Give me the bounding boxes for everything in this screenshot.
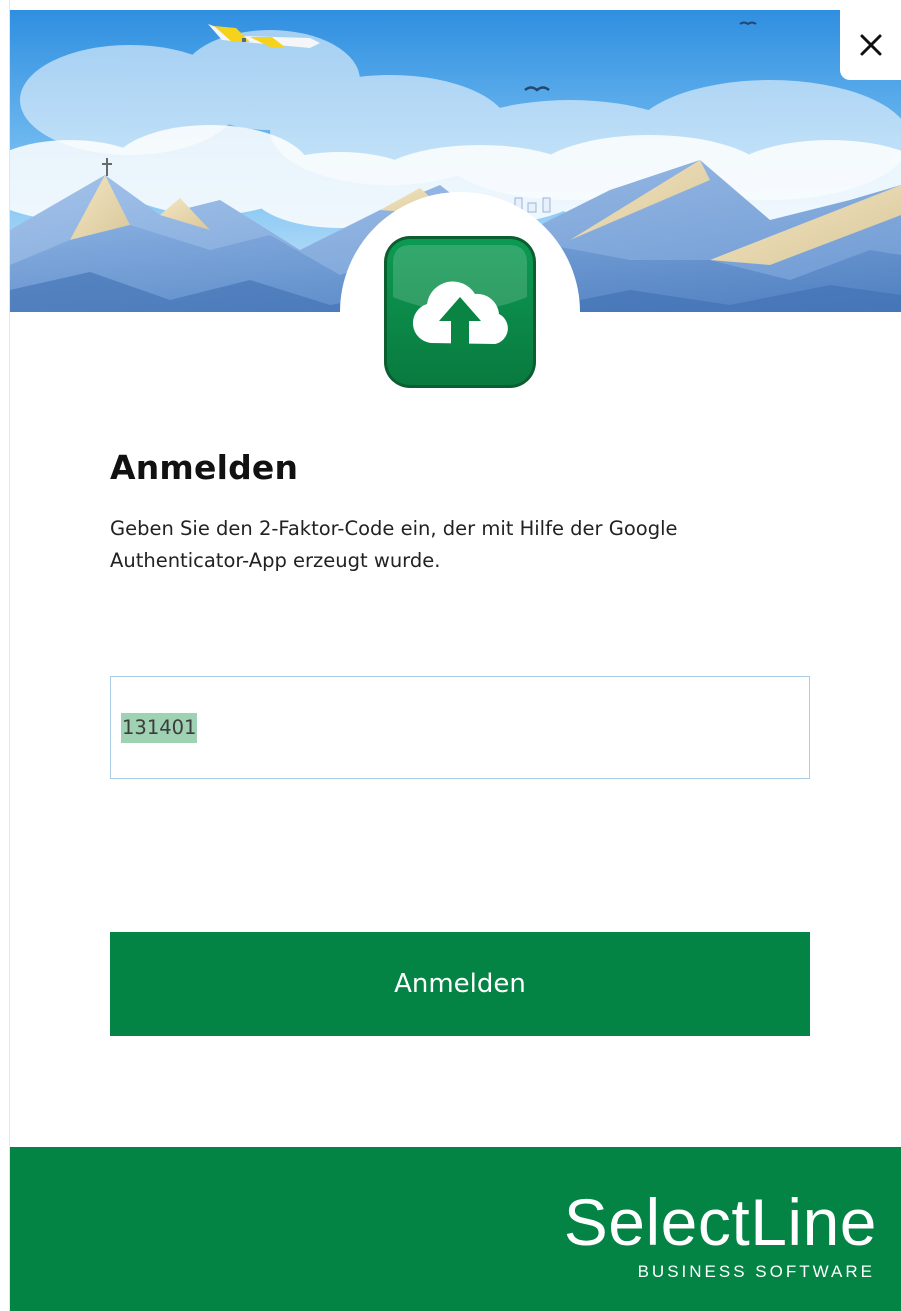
close-button[interactable] xyxy=(840,10,901,80)
instruction-text: Geben Sie den 2-Faktor-Code ein, der mit… xyxy=(110,517,678,572)
login-dialog: Anmelden Geben Sie den 2-Faktor-Code ein… xyxy=(0,0,901,1311)
window-left-border xyxy=(0,0,10,1311)
window-top-border xyxy=(0,0,901,10)
close-icon xyxy=(860,34,881,56)
brand-logo-text: SelectLine xyxy=(563,1185,877,1259)
code-input-value: 131401 xyxy=(121,713,198,743)
page-title: Anmelden xyxy=(110,448,299,487)
footer-brand-bar: SelectLine BUSINESS SOFTWARE xyxy=(10,1147,901,1311)
two-factor-code-input[interactable]: 131401 xyxy=(110,676,810,779)
cloud-upload-icon xyxy=(383,235,537,389)
login-button[interactable]: Anmelden xyxy=(110,932,810,1036)
brand-tagline: BUSINESS SOFTWARE xyxy=(637,1262,875,1281)
